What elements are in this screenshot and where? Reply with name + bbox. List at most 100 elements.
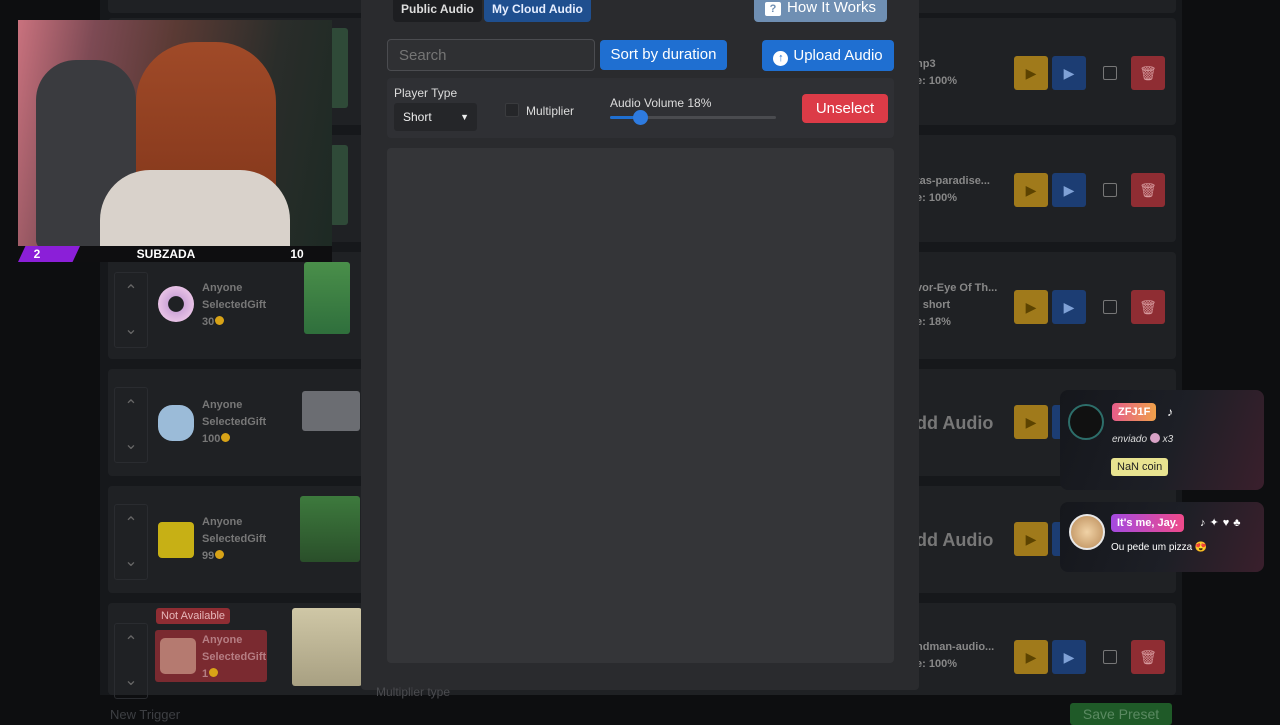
- add-audio-label: dd Audio: [916, 413, 994, 433]
- unselect-button[interactable]: Unselect: [802, 94, 888, 123]
- row-who: Anyone: [202, 634, 243, 646]
- reorder-arrows[interactable]: ⌃ ⌄: [114, 504, 148, 580]
- sweater: [100, 170, 290, 246]
- username-pill: ZFJ1F: [1112, 403, 1157, 421]
- reorder-arrows[interactable]: ⌃ ⌄: [114, 623, 148, 699]
- play-preview-button[interactable]: ▶: [1052, 290, 1086, 324]
- chevron-up-icon[interactable]: ⌃: [115, 505, 147, 543]
- sort-by-duration-button[interactable]: Sort by duration: [600, 40, 727, 70]
- webcam-feed: [18, 20, 332, 246]
- upload-cloud-icon: ↑: [773, 51, 789, 66]
- multiplier-type-label: Multiplier type: [376, 685, 451, 699]
- upload-audio-label: Upload Audio: [793, 47, 883, 64]
- audio-info: : short: [916, 299, 951, 311]
- multiplier-checkbox[interactable]: [505, 103, 519, 117]
- coin-icon: [215, 550, 225, 559]
- item-figure: [302, 391, 360, 431]
- question-icon: ?: [765, 2, 782, 16]
- trash-icon[interactable]: 🗑: [1131, 173, 1165, 207]
- tab-my-cloud-audio[interactable]: My Cloud Audio: [484, 0, 591, 22]
- audio-info: e: 100%: [916, 658, 957, 670]
- gift-notification: ZFJ1F ♪ enviado x3 NaN coin: [1060, 390, 1264, 490]
- row-gift: SelectedGift: [202, 416, 267, 428]
- copy-icon[interactable]: [1103, 650, 1117, 664]
- play-button[interactable]: ▶: [1014, 640, 1048, 674]
- tab-public-audio[interactable]: Public Audio: [393, 0, 482, 22]
- chevron-up-icon[interactable]: ⌃: [115, 273, 147, 311]
- trash-icon[interactable]: 🗑: [1131, 640, 1165, 674]
- add-audio-label: dd Audio: [916, 530, 994, 550]
- left-count: 2: [33, 247, 41, 261]
- stream-counter-bar: 2 SUBZADA 10: [18, 246, 332, 262]
- audio-info: e: 100%: [916, 192, 957, 204]
- volume-slider-thumb[interactable]: [632, 110, 648, 125]
- donut-icon: [1149, 433, 1160, 443]
- unavailable-gift-card: Anyone SelectedGift 1: [155, 630, 267, 682]
- copy-icon[interactable]: [1103, 300, 1117, 314]
- play-preview-button[interactable]: ▶: [1052, 173, 1086, 207]
- play-button[interactable]: ▶: [1014, 290, 1048, 324]
- row-who: Anyone: [202, 516, 243, 528]
- turtle-figure: [300, 496, 360, 562]
- streamer-name: SUBZADA: [136, 247, 196, 261]
- badge-icons: ♪✦♥♣: [1200, 517, 1245, 529]
- play-button[interactable]: ▶: [1014, 173, 1048, 207]
- play-button[interactable]: ▶: [1014, 56, 1048, 90]
- search-input[interactable]: [387, 39, 595, 71]
- chevron-down-icon[interactable]: ⌄: [115, 311, 147, 349]
- avatar: [1068, 404, 1104, 440]
- audio-list-area: [387, 148, 894, 663]
- right-count: 10: [290, 247, 304, 261]
- player-type-label: Player Type: [394, 86, 458, 100]
- audio-info: e: 100%: [916, 75, 957, 87]
- volume-slider[interactable]: [610, 110, 776, 125]
- play-button[interactable]: ▶: [1014, 405, 1048, 439]
- row-who: Anyone: [202, 282, 243, 294]
- player-type-select[interactable]: Short ▼: [394, 103, 477, 131]
- chevron-down-icon[interactable]: ⌄: [115, 662, 147, 700]
- gift-action-text: enviado: [1112, 434, 1148, 445]
- volume-label: Audio Volume 18%: [610, 96, 712, 110]
- reorder-arrows[interactable]: ⌃ ⌄: [114, 387, 148, 463]
- audio-name: vor-Eye Of Th...: [916, 282, 998, 294]
- hat-gift-icon: [160, 638, 196, 674]
- audio-picker-modal: Public Audio My Cloud Audio ? How It Work…: [361, 0, 919, 699]
- reorder-arrows[interactable]: ⌃ ⌄: [114, 272, 148, 348]
- audio-name: ndman-audio...: [916, 641, 995, 653]
- chat-notification: It's me, Jay. ♪✦♥♣ Ou pede um pizza 😍: [1060, 502, 1264, 572]
- row-who: Anyone: [202, 399, 243, 411]
- chevron-up-icon[interactable]: ⌃: [115, 624, 147, 662]
- chevron-down-icon[interactable]: ⌄: [115, 543, 147, 581]
- row-coins: 99: [202, 550, 215, 562]
- play-button[interactable]: ▶: [1014, 522, 1048, 556]
- trash-icon[interactable]: 🗑: [1131, 290, 1165, 324]
- donut-gift-icon: [158, 286, 194, 322]
- copy-icon[interactable]: [1103, 183, 1117, 197]
- coin-pill: NaN coin: [1111, 458, 1169, 476]
- minecraft-figure: [330, 145, 348, 225]
- row-gift: SelectedGift: [202, 533, 267, 545]
- copy-icon[interactable]: [1103, 66, 1117, 80]
- chevron-up-icon[interactable]: ⌃: [115, 388, 147, 426]
- player-options-bar: Player Type Short ▼ Multiplier Audio Vol…: [387, 78, 894, 138]
- chevron-down-icon[interactable]: ⌄: [115, 426, 147, 464]
- tiktok-icon: ♪: [1167, 405, 1173, 419]
- trash-icon[interactable]: 🗑: [1131, 56, 1165, 90]
- minecraft-figure: [330, 28, 348, 108]
- play-preview-button[interactable]: ▶: [1052, 640, 1086, 674]
- multiplier-label: Multiplier: [526, 104, 575, 118]
- how-it-works-button[interactable]: ? How It Works: [754, 0, 887, 22]
- how-it-works-label: How It Works: [787, 0, 876, 16]
- play-preview-button[interactable]: ▶: [1052, 56, 1086, 90]
- audio-row-right: np3 e: 100% ▶ ▶ 🗑: [916, 18, 1176, 125]
- row-gift: SelectedGift: [202, 299, 267, 311]
- chat-message: Ou pede um pizza 😍: [1111, 542, 1208, 553]
- player-type-value: Short: [403, 110, 432, 124]
- creeper-figure: [304, 262, 350, 334]
- audio-name: tas-paradise...: [916, 175, 990, 187]
- block-figure: [292, 608, 362, 686]
- coin-icon: [221, 433, 231, 442]
- save-preset-button[interactable]: Save Preset: [1070, 703, 1172, 725]
- upload-audio-button[interactable]: ↑ Upload Audio: [762, 40, 894, 71]
- not-available-badge: Not Available: [156, 608, 231, 624]
